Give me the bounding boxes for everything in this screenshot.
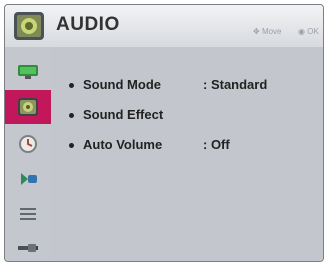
menu-item-label: Sound Mode xyxy=(83,77,161,92)
monitor-icon xyxy=(18,65,38,79)
sidebar-item-lock[interactable] xyxy=(5,162,51,196)
bullet-icon xyxy=(69,143,74,148)
move-hint: ✥ Move xyxy=(253,27,282,36)
bullet-icon xyxy=(69,113,74,118)
menu-item-value: : Off xyxy=(203,137,230,152)
menu-item-sound-mode[interactable]: Sound Mode : Standard xyxy=(65,77,315,95)
input-icon xyxy=(18,244,38,252)
audio-menu-window: AUDIO ✥ Move ◉ OK Sound Mode: Standard … xyxy=(4,4,324,262)
audio-header-icon xyxy=(14,12,44,40)
sidebar-item-option[interactable] xyxy=(5,197,51,231)
speaker-icon xyxy=(18,98,38,116)
sidebar-item-time[interactable] xyxy=(5,127,51,161)
menu-item-sound-effect[interactable]: Sound Effect xyxy=(65,107,315,125)
sidebar-item-picture[interactable] xyxy=(5,55,51,89)
menu-item-label: Auto Volume xyxy=(83,137,163,152)
bullet-icon xyxy=(69,83,74,88)
page-title: AUDIO xyxy=(56,14,120,35)
menu-item-value: : Standard xyxy=(203,77,268,92)
sidebar-item-input[interactable] xyxy=(5,231,51,261)
clock-icon xyxy=(19,135,37,153)
ok-hint: ◉ OK xyxy=(298,27,319,36)
options-icon xyxy=(20,208,36,220)
menu-header: AUDIO ✥ Move ◉ OK xyxy=(5,5,323,48)
menu-item-auto-volume[interactable]: Auto Volume : Off xyxy=(65,137,315,155)
ok-hint-label: OK xyxy=(307,27,319,36)
dpad-icon: ✥ xyxy=(253,27,260,36)
menu-content: Sound Mode : Standard Sound Effect Auto … xyxy=(51,47,323,261)
ok-button-icon: ◉ xyxy=(298,27,305,36)
sidebar-item-audio[interactable] xyxy=(5,90,51,124)
menu-item-label: Sound Effect xyxy=(83,107,164,122)
category-sidebar xyxy=(5,47,52,261)
move-hint-label: Move xyxy=(261,27,282,36)
lock-icon xyxy=(21,173,37,185)
